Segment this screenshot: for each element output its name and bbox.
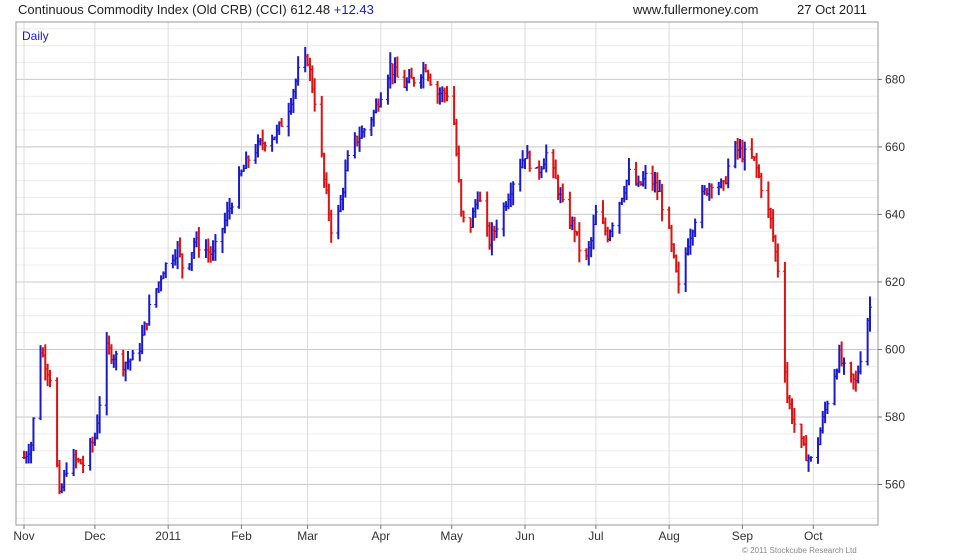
interval-label: Daily <box>22 29 49 43</box>
x-tick-label: Jul <box>588 529 603 543</box>
y-tick-label: 680 <box>885 72 905 86</box>
y-axis: 560 580 600 620 640 660 680 <box>878 72 905 491</box>
x-tick-label: Sep <box>732 529 754 543</box>
price-bar-down <box>55 377 60 468</box>
x-tick-label: Apr <box>371 529 390 543</box>
price-bar-down <box>411 76 416 87</box>
x-tick-label: Aug <box>658 529 679 543</box>
x-tick-label: Feb <box>231 529 252 543</box>
x-tick-label: May <box>440 529 463 543</box>
x-tick-label: Mar <box>297 529 318 543</box>
y-tick-label: 660 <box>885 140 905 154</box>
y-tick-label: 560 <box>885 477 905 491</box>
x-tick-label: Jun <box>515 529 534 543</box>
price-bar-up <box>296 56 301 86</box>
x-tick-label: Nov <box>13 529 34 543</box>
price-bar-down <box>749 138 754 159</box>
price-bars <box>22 47 872 495</box>
y-tick-label: 620 <box>885 275 905 289</box>
x-tick-label: Oct <box>804 529 823 543</box>
price-chart: Daily 560 580 600 620 640 660 680 Nov Dec 2011 Fe… <box>13 21 905 543</box>
price-bar-down <box>577 222 582 263</box>
copyright: © 2011 Stockcube Research Ltd <box>742 546 857 555</box>
x-tick-label: 2011 <box>155 529 181 543</box>
x-axis: Nov Dec 2011 Feb Mar Apr May Jun Jul Aug Sep Oct <box>13 525 823 543</box>
price-bar-down <box>81 455 86 474</box>
price-bar-up <box>617 201 622 234</box>
price-bar-down <box>759 172 764 199</box>
y-tick-label: 640 <box>885 207 905 221</box>
y-tick-label: 600 <box>885 342 905 356</box>
price-bar-down <box>319 95 324 158</box>
x-tick-label: Dec <box>84 529 105 543</box>
y-tick-label: 580 <box>885 410 905 424</box>
